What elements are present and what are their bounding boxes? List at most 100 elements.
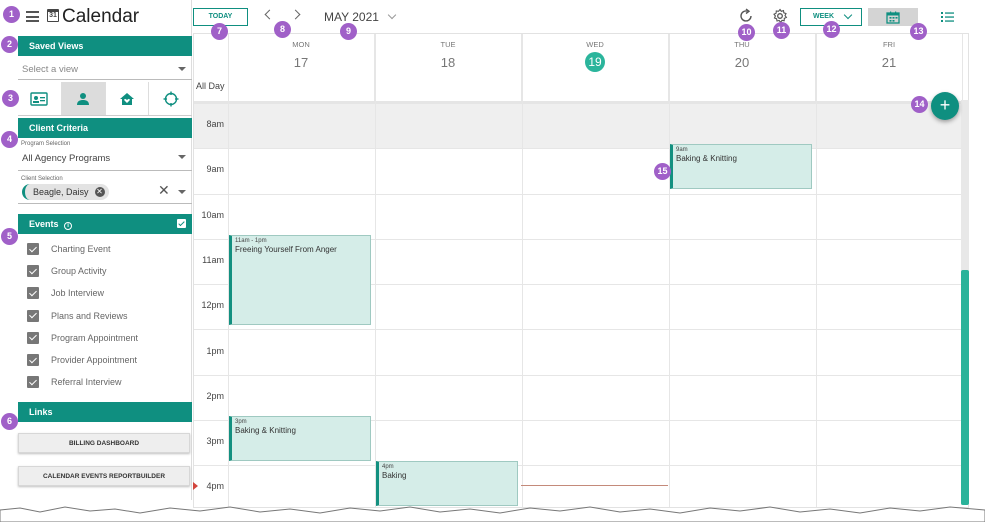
hour-row[interactable]: 9am: [194, 149, 964, 195]
crosshair-icon: [163, 91, 179, 106]
hour-label: 10am: [201, 209, 224, 220]
checkbox[interactable]: [27, 309, 39, 322]
event-type-label: Job Interview: [51, 288, 105, 299]
hour-label: 8am: [206, 119, 224, 129]
column-divider: [522, 34, 523, 507]
clear-selection-icon[interactable]: ✕: [158, 182, 170, 199]
step-badge: 6: [1, 413, 18, 430]
checkbox[interactable]: [27, 354, 39, 367]
grid-scrollbar[interactable]: [961, 100, 969, 505]
chevron-down-icon: [178, 190, 186, 194]
client-chip[interactable]: Beagle, Daisy ✕: [22, 184, 109, 200]
event-type-plans-reviews[interactable]: Plans and Reviews: [18, 305, 192, 327]
calendar-events-reportbuilder-button[interactable]: CALENDAR EVENTS REPORTBUILDER: [18, 466, 190, 486]
month-label[interactable]: MAY 2021: [324, 10, 379, 24]
event-type-referral-interview[interactable]: Referral Interview: [18, 371, 192, 393]
checkbox[interactable]: [27, 376, 39, 389]
client-chip-label: Beagle, Daisy: [33, 187, 89, 197]
saved-views-heading: Saved Views: [29, 41, 84, 51]
step-badge: 10: [738, 24, 755, 41]
event-type-label: Plans and Reviews: [51, 310, 128, 321]
hamburger-menu-icon[interactable]: [26, 11, 39, 22]
event-title: Baking: [382, 471, 407, 480]
list-view-toggle[interactable]: [926, 8, 968, 26]
hour-label: 2pm: [206, 390, 224, 401]
step-badge: 11: [773, 22, 790, 39]
event-block[interactable]: 9am Baking & Knitting: [670, 144, 812, 189]
tab-client-view[interactable]: [61, 82, 106, 115]
hour-row[interactable]: 1pm: [194, 331, 964, 376]
step-badge: 7: [211, 23, 228, 40]
app-title-row: 31 Calendar: [18, 6, 192, 30]
all-day-label: All Day: [196, 81, 225, 91]
event-time: 11am - 1pm: [235, 238, 267, 244]
links-header: Links: [18, 402, 192, 422]
step-badge: 3: [2, 90, 19, 107]
chevron-left-icon[interactable]: [264, 9, 275, 20]
events-header: Events i: [18, 214, 192, 234]
day-header-tue[interactable]: TUE 18: [375, 34, 522, 102]
checkbox[interactable]: [27, 265, 39, 278]
hour-label: 12pm: [201, 300, 224, 311]
event-type-label: Referral Interview: [51, 377, 122, 388]
event-block[interactable]: 11am - 1pm Freeing Yourself From Anger: [229, 235, 371, 325]
checkbox[interactable]: [27, 243, 39, 256]
event-type-job-interview[interactable]: Job Interview: [18, 282, 192, 304]
event-type-list: Charting Event Group Activity Job Interv…: [18, 238, 192, 393]
program-select[interactable]: All Agency Programs: [18, 147, 192, 171]
event-title: Freeing Yourself From Anger: [235, 245, 337, 254]
day-header-wed[interactable]: WED 19: [522, 34, 669, 102]
current-time-line: [521, 485, 668, 486]
event-title: Baking & Knitting: [676, 154, 737, 163]
day-header-thu[interactable]: THU 20: [669, 34, 816, 102]
column-divider: [375, 34, 376, 507]
select-all-checkbox[interactable]: [177, 219, 186, 228]
checkbox[interactable]: [27, 287, 39, 300]
event-block[interactable]: 3pm Baking & Knitting: [229, 416, 371, 461]
client-criteria-header: Client Criteria: [18, 118, 192, 138]
step-badge: 9: [340, 23, 357, 40]
step-badge: 12: [823, 21, 840, 38]
checkbox[interactable]: [27, 331, 39, 344]
hour-label: 4pm: [206, 481, 224, 492]
tab-staff-view[interactable]: [18, 82, 62, 115]
column-divider: [816, 34, 817, 507]
tab-location-view[interactable]: [149, 82, 192, 115]
day-number: 18: [440, 55, 456, 70]
billing-dashboard-button[interactable]: BILLING DASHBOARD: [18, 433, 190, 453]
calendar-app: 31 Calendar Saved Views Select a view Cl…: [0, 0, 985, 522]
today-day-number: 19: [585, 52, 605, 72]
step-badge: 8: [274, 21, 291, 38]
chevron-down-icon[interactable]: [387, 10, 397, 20]
chip-remove-icon[interactable]: ✕: [94, 187, 105, 197]
saved-views-header: Saved Views: [18, 36, 192, 56]
calendar-view-toggle[interactable]: [868, 8, 918, 26]
day-header-mon[interactable]: MON 17: [228, 34, 375, 102]
refresh-icon[interactable]: [738, 8, 754, 24]
saved-view-placeholder: Select a view: [22, 64, 78, 75]
info-icon[interactable]: i: [64, 222, 73, 230]
current-time-marker: [193, 482, 198, 490]
add-event-button[interactable]: +: [931, 92, 959, 120]
event-time: 4pm: [382, 464, 394, 470]
hour-row[interactable]: 2pm: [194, 376, 964, 422]
links-heading: Links: [29, 407, 53, 417]
event-type-group-activity[interactable]: Group Activity: [18, 260, 192, 282]
hour-row[interactable]: 8am: [194, 104, 964, 150]
events-heading: Events: [29, 219, 59, 229]
step-badge: 1: [3, 6, 20, 23]
event-time: 3pm: [235, 419, 247, 425]
sidebar: 31 Calendar Saved Views Select a view Cl…: [18, 0, 192, 500]
hour-row[interactable]: 10am: [194, 195, 964, 240]
saved-view-select[interactable]: Select a view: [18, 58, 192, 80]
event-type-program-appointment[interactable]: Program Appointment: [18, 327, 192, 349]
week-label: WEEK: [813, 13, 834, 20]
hour-label: 3pm: [206, 436, 224, 447]
event-type-provider-appointment[interactable]: Provider Appointment: [18, 349, 192, 371]
chevron-right-icon[interactable]: [290, 9, 301, 20]
scrollbar-thumb[interactable]: [961, 270, 969, 505]
step-badge: 4: [1, 131, 18, 148]
step-badge: 2: [1, 36, 18, 53]
tab-program-view[interactable]: [106, 82, 150, 115]
event-type-charting[interactable]: Charting Event: [18, 238, 192, 260]
